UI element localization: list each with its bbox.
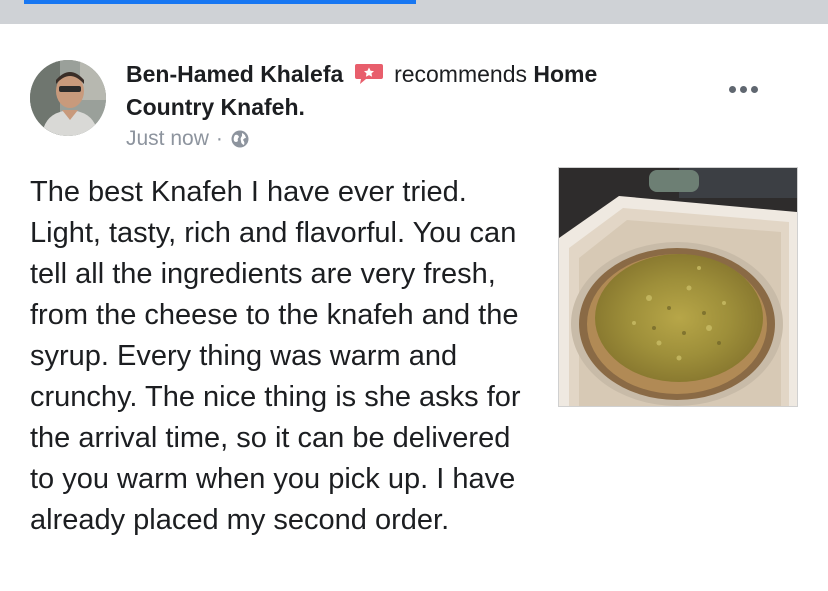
recommend-badge-icon (354, 64, 383, 84)
review-photo[interactable] (558, 167, 798, 407)
avatar-photo (30, 60, 106, 136)
more-horizontal-icon (728, 85, 736, 93)
review-text: The best Knafeh I have ever tried. Light… (30, 176, 521, 536)
knafeh-photo (559, 168, 797, 406)
avatar[interactable] (30, 60, 106, 136)
recommendation-post: Ben-Hamed Khalefa recommends Home Countr… (0, 24, 828, 591)
action-text: recommends (394, 61, 527, 87)
author-name[interactable]: Ben-Hamed Khalefa (126, 61, 343, 87)
post-meta: Just now · (126, 125, 250, 153)
timestamp[interactable]: Just now (126, 125, 209, 153)
page-name-continued[interactable]: Country Knafeh. (126, 94, 305, 120)
top-navigation-strip (0, 0, 828, 24)
more-options-button[interactable] (722, 76, 764, 102)
post-header: Ben-Hamed Khalefa recommends Home Countr… (126, 58, 686, 124)
page-name[interactable]: Home (533, 61, 597, 87)
meta-separator: · (215, 127, 223, 150)
globe-icon[interactable] (230, 129, 250, 149)
active-tab-indicator (24, 0, 416, 4)
